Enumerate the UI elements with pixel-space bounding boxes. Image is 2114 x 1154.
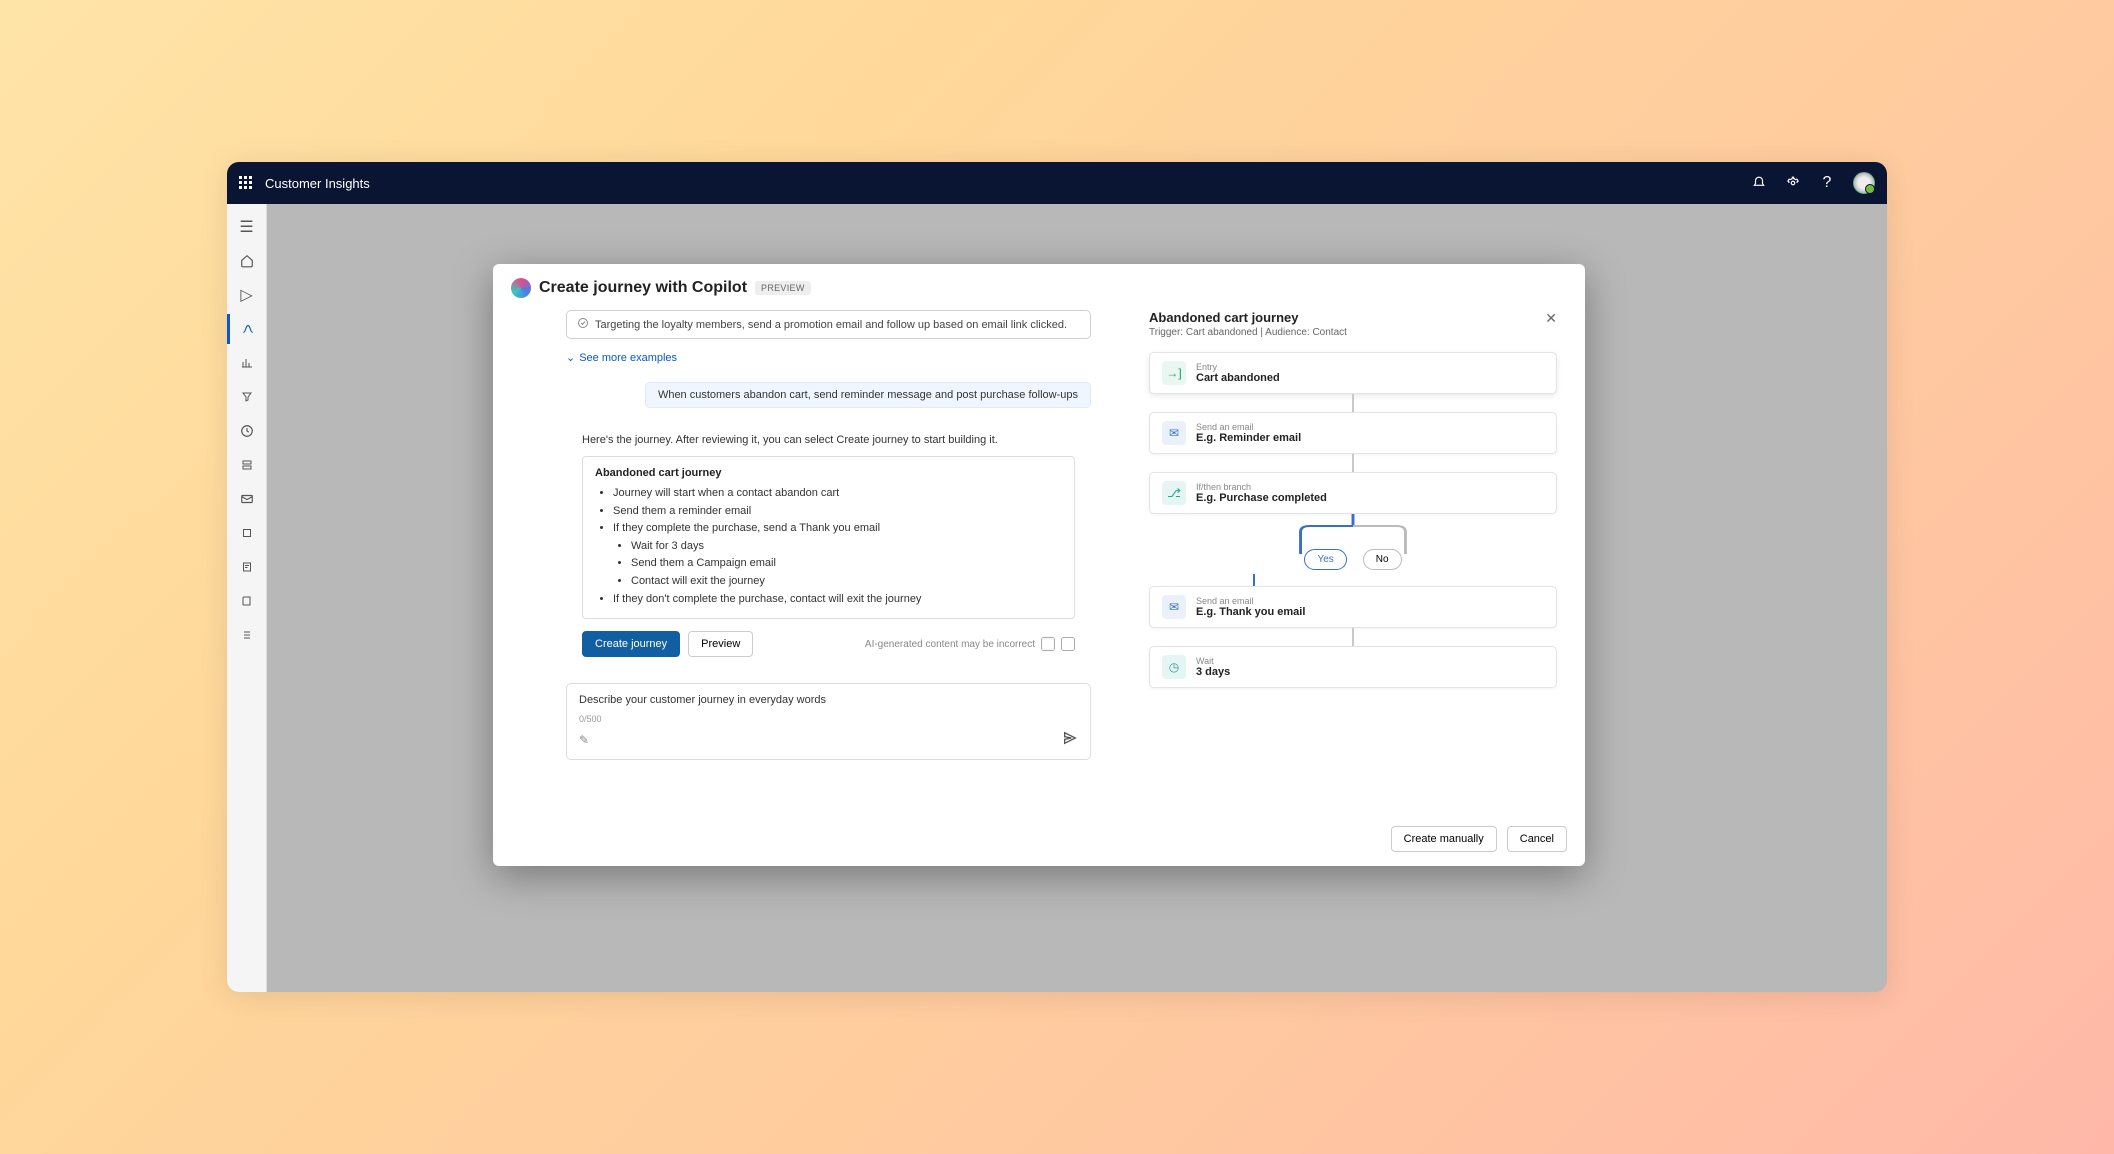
- flow-node-branch[interactable]: ⎇ If/then branch E.g. Purchase completed: [1149, 472, 1557, 514]
- journey-bullet-text: If they complete the purchase, send a Th…: [613, 522, 880, 534]
- ai-intro-text: Here's the journey. After reviewing it, …: [582, 434, 1075, 446]
- journey-summary: Abandoned cart journey Journey will star…: [582, 456, 1075, 619]
- suggestion-chip[interactable]: Targeting the loyalty members, send a pr…: [566, 310, 1091, 339]
- close-icon[interactable]: ✕: [1545, 310, 1557, 327]
- nav-home-icon[interactable]: [227, 246, 267, 276]
- suggestion-icon: [577, 317, 589, 332]
- preview-button[interactable]: Preview: [688, 631, 753, 657]
- journey-preview-panel: Abandoned cart journey Trigger: Cart aba…: [1131, 310, 1567, 804]
- suggestion-text: Targeting the loyalty members, send a pr…: [595, 319, 1067, 331]
- nav-mail-icon[interactable]: [227, 484, 267, 514]
- user-message: When customers abandon cart, send remind…: [645, 382, 1091, 408]
- prompt-input-box: Describe your customer journey in everyd…: [566, 683, 1091, 760]
- send-icon[interactable]: [1062, 730, 1078, 749]
- left-nav: ☰ ▷: [227, 204, 267, 992]
- flow-value: E.g. Thank you email: [1196, 606, 1305, 618]
- journey-bullet: Send them a reminder email: [613, 503, 1062, 521]
- branch-icon: ⎇: [1162, 481, 1186, 505]
- entry-icon: →]: [1162, 361, 1186, 385]
- wait-icon: ◷: [1162, 655, 1186, 679]
- nav-history-icon[interactable]: [227, 416, 267, 446]
- prompt-label: Describe your customer journey in everyd…: [579, 694, 1078, 706]
- flow-node-email[interactable]: ✉ Send an email E.g. Reminder email: [1149, 412, 1557, 454]
- branch-connector: Yes No: [1149, 514, 1557, 574]
- nav-list-icon[interactable]: [227, 620, 267, 650]
- preview-title: Abandoned cart journey: [1149, 310, 1347, 325]
- help-icon[interactable]: ?: [1819, 175, 1835, 191]
- ai-disclaimer-text: AI-generated content may be incorrect: [865, 639, 1035, 650]
- see-more-label: See more examples: [579, 352, 677, 364]
- thumbs-down-icon[interactable]: [1061, 637, 1075, 651]
- flow-value: Cart abandoned: [1196, 372, 1280, 384]
- notifications-icon[interactable]: [1751, 175, 1767, 191]
- flow-value: E.g. Reminder email: [1196, 432, 1301, 444]
- nav-journeys-icon[interactable]: [227, 314, 267, 344]
- journey-title: Abandoned cart journey: [595, 467, 1062, 479]
- nav-layers-icon[interactable]: [227, 450, 267, 480]
- cancel-button[interactable]: Cancel: [1507, 826, 1567, 852]
- modal-title: Create journey with Copilot: [539, 279, 747, 297]
- nav-chart-icon[interactable]: [227, 348, 267, 378]
- see-more-examples[interactable]: ⌄ See more examples: [566, 351, 1091, 364]
- flow-label: Entry: [1196, 362, 1280, 372]
- flow-node-entry[interactable]: →] Entry Cart abandoned: [1149, 352, 1557, 394]
- journey-subbullet: Contact will exit the journey: [631, 573, 1062, 591]
- preview-subtitle: Trigger: Cart abandoned | Audience: Cont…: [1149, 327, 1347, 338]
- branch-yes[interactable]: Yes: [1304, 549, 1346, 570]
- topbar: Customer Insights ?: [227, 162, 1887, 204]
- create-journey-modal: Create journey with Copilot PREVIEW Targ…: [493, 264, 1585, 866]
- journey-bullet: If they complete the purchase, send a Th…: [613, 520, 1062, 590]
- app-title: Customer Insights: [265, 176, 370, 191]
- email-icon: ✉: [1162, 595, 1186, 619]
- flow-connector: [1352, 394, 1354, 412]
- thumbs-up-icon[interactable]: [1041, 637, 1055, 651]
- nav-box-icon[interactable]: [227, 518, 267, 548]
- flow-connector: [1352, 454, 1354, 472]
- create-manually-button[interactable]: Create manually: [1391, 826, 1497, 852]
- content-area: Create journey with Copilot PREVIEW Targ…: [267, 204, 1887, 992]
- ai-response-card: Here's the journey. After reviewing it, …: [566, 420, 1091, 669]
- flow-value: 3 days: [1196, 666, 1230, 678]
- nav-menu-icon[interactable]: ☰: [227, 212, 267, 242]
- nav-form-icon[interactable]: [227, 552, 267, 582]
- settings-icon[interactable]: [1785, 175, 1801, 191]
- app-window: Customer Insights ? ☰ ▷: [227, 162, 1887, 992]
- flow-value: E.g. Purchase completed: [1196, 492, 1327, 504]
- flow-node-wait[interactable]: ◷ Wait 3 days: [1149, 646, 1557, 688]
- journey-subbullet: Wait for 3 days: [631, 538, 1062, 556]
- journey-bullet: Journey will start when a contact abando…: [613, 485, 1062, 503]
- flow-label: If/then branch: [1196, 482, 1327, 492]
- user-avatar[interactable]: [1853, 172, 1875, 194]
- copilot-icon: [511, 278, 531, 298]
- preview-badge: PREVIEW: [755, 281, 811, 295]
- edit-icon[interactable]: ✎: [579, 733, 589, 747]
- prompt-counter: 0/500: [579, 714, 1078, 724]
- nav-book-icon[interactable]: [227, 586, 267, 616]
- branch-no[interactable]: No: [1363, 549, 1402, 570]
- chat-column: Targeting the loyalty members, send a pr…: [511, 310, 1131, 804]
- chevron-down-icon: ⌄: [566, 351, 575, 364]
- journey-subbullet: Send them a Campaign email: [631, 555, 1062, 573]
- flow-label: Send an email: [1196, 422, 1301, 432]
- flow-connector: [1352, 628, 1354, 646]
- nav-play-icon[interactable]: ▷: [227, 280, 267, 310]
- flow-connector: [1253, 574, 1255, 586]
- nav-filter-icon[interactable]: [227, 382, 267, 412]
- journey-bullet: If they don't complete the purchase, con…: [613, 591, 1062, 609]
- create-journey-button[interactable]: Create journey: [582, 631, 680, 657]
- flow-label: Wait: [1196, 656, 1230, 666]
- email-icon: ✉: [1162, 421, 1186, 445]
- flow-node-email[interactable]: ✉ Send an email E.g. Thank you email: [1149, 586, 1557, 628]
- app-launcher-icon[interactable]: [239, 176, 253, 190]
- flow-label: Send an email: [1196, 596, 1305, 606]
